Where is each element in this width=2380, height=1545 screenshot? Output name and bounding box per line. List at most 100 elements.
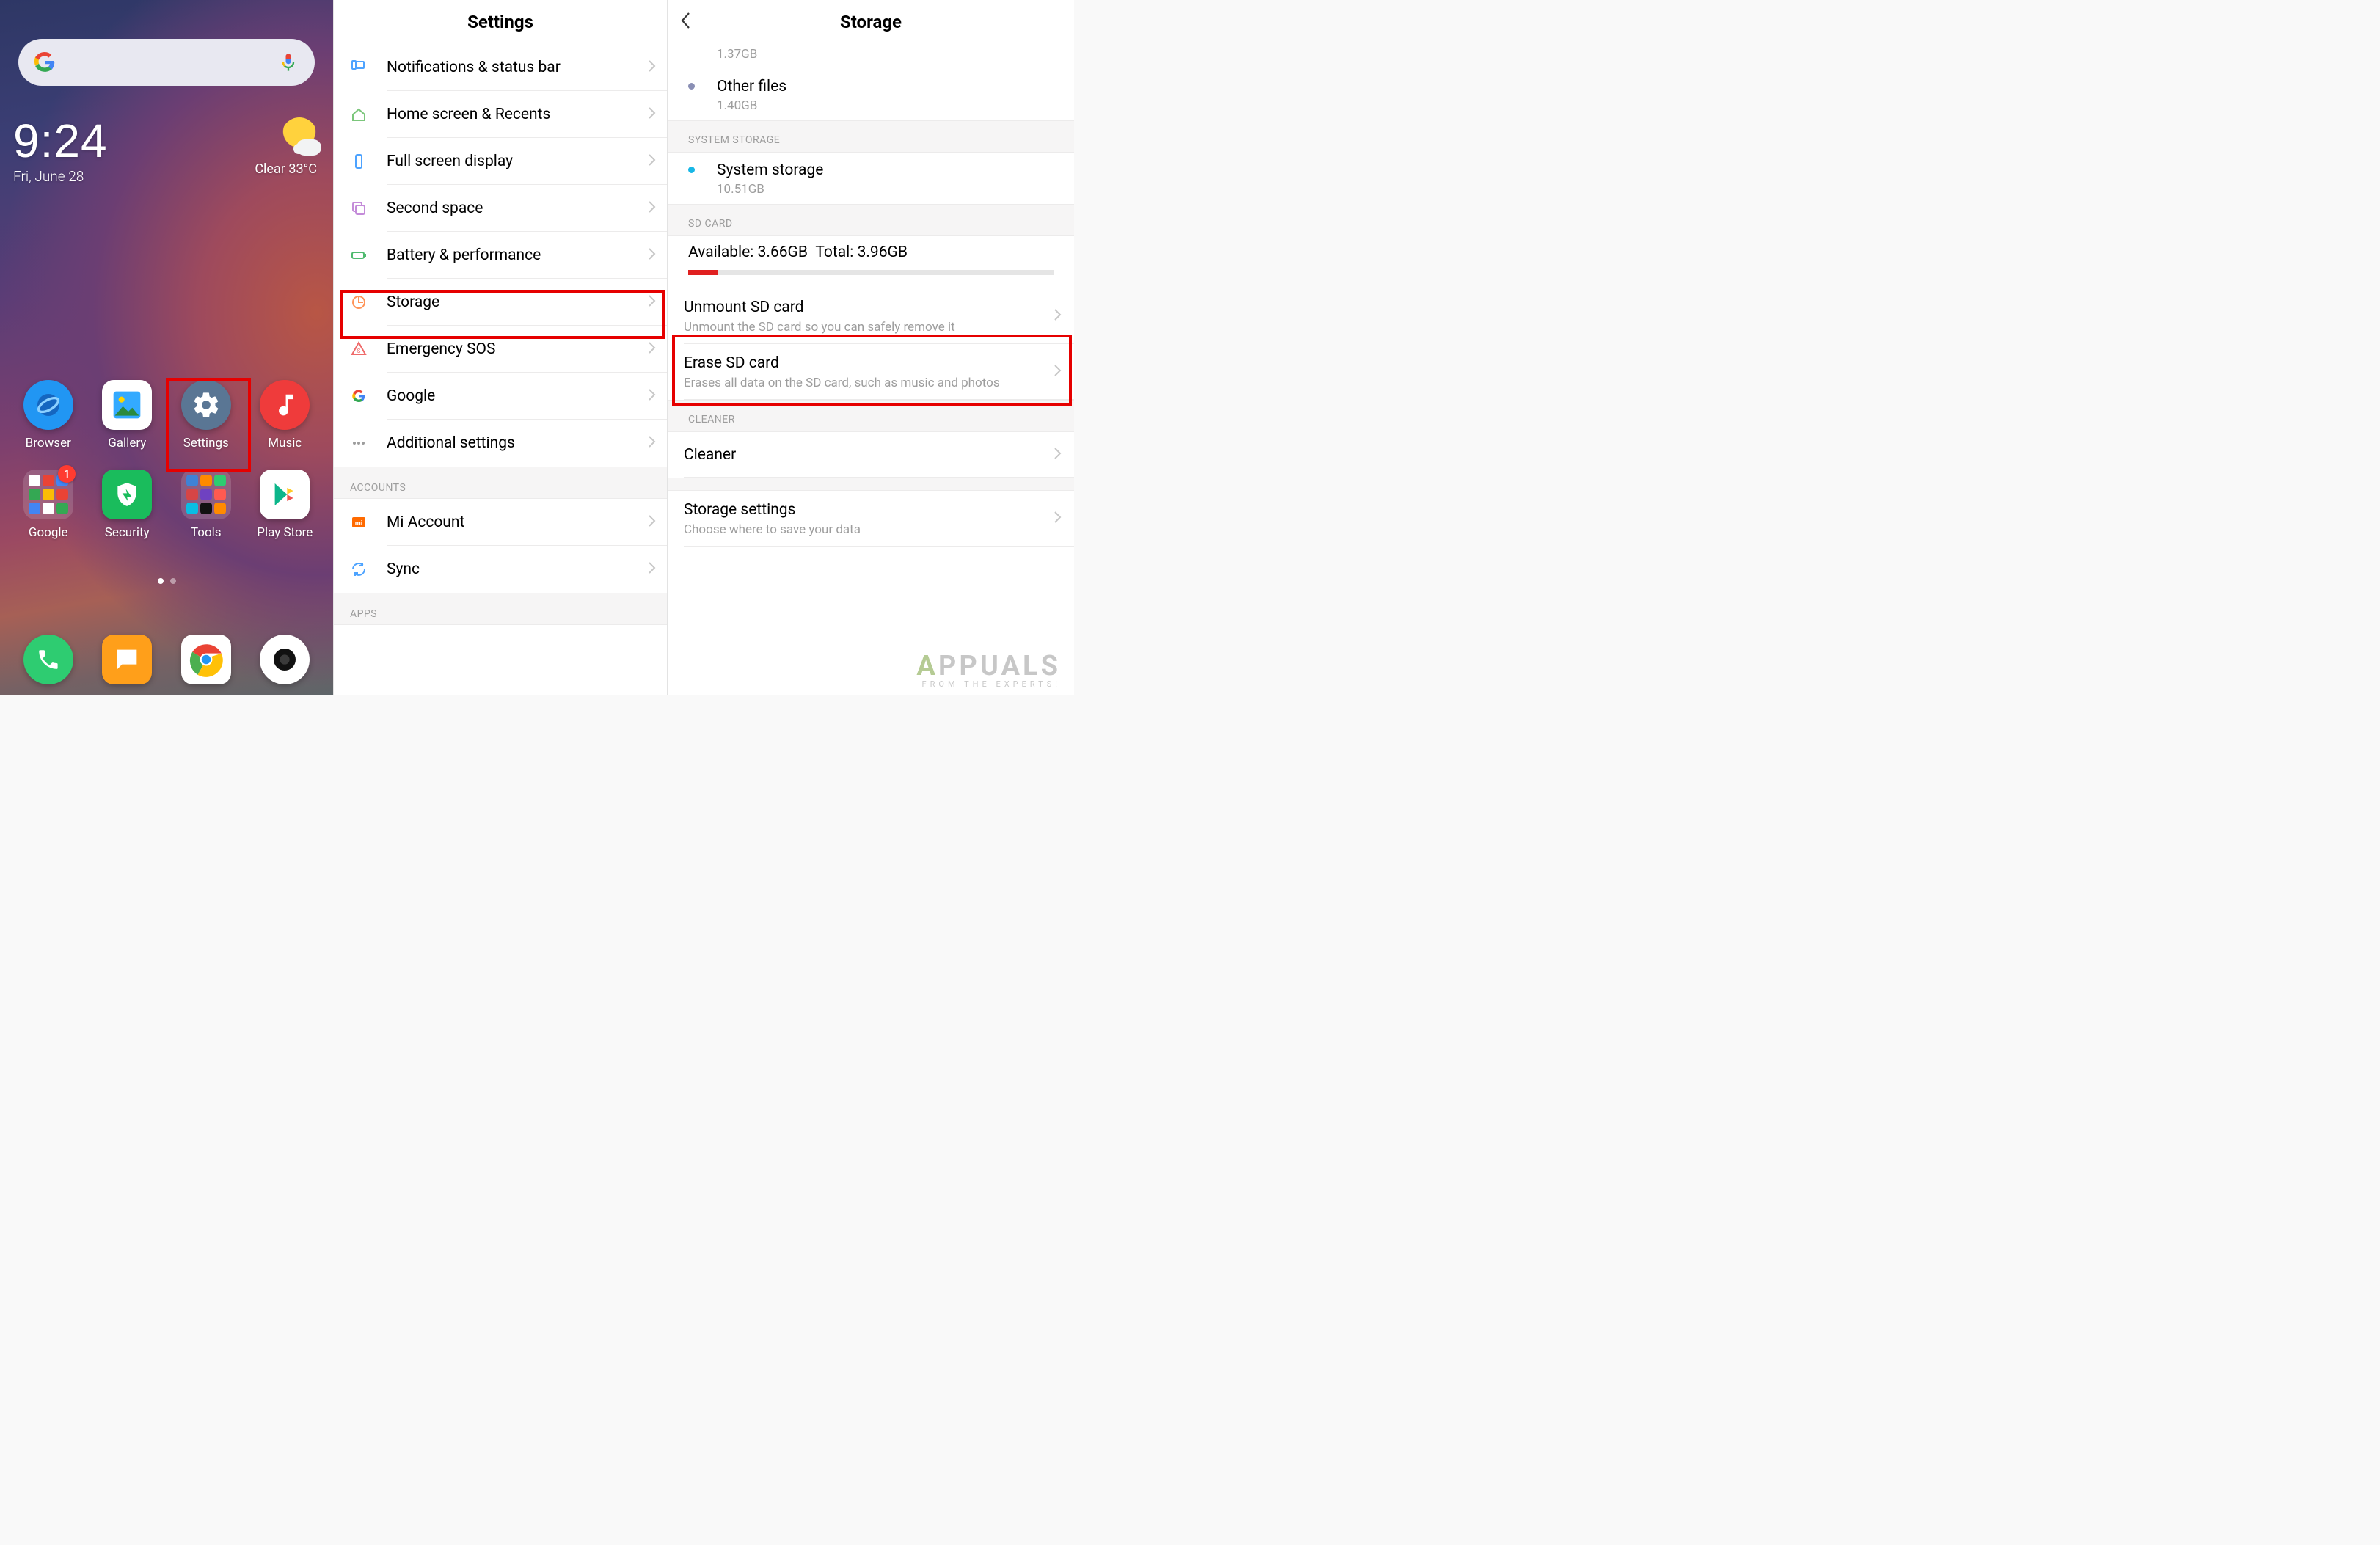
music-icon <box>260 380 310 430</box>
play-store-icon <box>260 470 310 519</box>
camera-icon <box>260 635 310 684</box>
dock-messages[interactable] <box>92 635 162 684</box>
page-title: Settings <box>334 0 667 44</box>
storage-item-erase[interactable]: Erase SD card Erases all data on the SD … <box>668 344 1074 400</box>
storage-item-other-files[interactable]: Other files 1.40GB <box>668 69 1074 120</box>
item-size: 1.37GB <box>717 47 1054 62</box>
app-music[interactable]: Music <box>250 380 320 450</box>
item-name: Erase SD card <box>684 353 1058 373</box>
section-accounts: ACCOUNTS <box>334 467 667 499</box>
sd-usage-fill <box>688 270 718 275</box>
storage-item-cleaner[interactable]: Cleaner <box>668 432 1074 478</box>
mi-icon: mi <box>350 514 387 531</box>
app-label: Security <box>105 525 150 540</box>
shield-icon <box>102 470 152 519</box>
storage-item-storage-settings[interactable]: Storage settings Choose where to save yo… <box>668 491 1074 547</box>
app-label: Settings <box>183 436 229 450</box>
message-icon <box>102 635 152 684</box>
chevron-right-icon <box>648 153 657 169</box>
item-label: Battery & performance <box>387 246 648 264</box>
item-label: Home screen & Recents <box>387 106 648 123</box>
settings-item-emergency[interactable]: S Emergency SOS <box>334 326 667 373</box>
settings-item-second-space[interactable]: Second space <box>334 185 667 232</box>
dot-icon <box>688 83 695 90</box>
more-icon <box>350 434 387 452</box>
settings-item-notifications[interactable]: Notifications & status bar <box>334 44 667 91</box>
mic-icon[interactable] <box>278 52 299 73</box>
section-divider <box>668 478 1074 491</box>
item-desc: Unmount the SD card so you can safely re… <box>684 319 1058 335</box>
dock-chrome[interactable] <box>171 635 241 684</box>
chevron-right-icon <box>648 294 657 310</box>
dock-phone[interactable] <box>13 635 83 684</box>
chevron-right-icon <box>648 106 657 123</box>
page-indicator <box>0 578 333 584</box>
google-logo-icon <box>34 52 55 73</box>
item-name: Cleaner <box>684 445 736 465</box>
dock-camera[interactable] <box>250 635 320 684</box>
app-play-store[interactable]: Play Store <box>250 470 320 540</box>
storage-item-system[interactable]: System storage 10.51GB <box>668 153 1074 204</box>
page-title: Storage <box>668 12 1074 32</box>
back-button[interactable] <box>679 11 693 33</box>
chevron-right-icon <box>648 59 657 76</box>
chevron-right-icon <box>1054 364 1062 380</box>
chevron-right-icon <box>1054 447 1062 463</box>
app-label: Browser <box>26 436 71 450</box>
item-label: Storage <box>387 293 648 311</box>
app-label: Music <box>268 436 302 450</box>
settings-item-google[interactable]: Google <box>334 373 667 420</box>
settings-item-mi-account[interactable]: mi Mi Account <box>334 499 667 546</box>
chevron-right-icon <box>648 561 657 577</box>
settings-item-fullscreen[interactable]: Full screen display <box>334 138 667 185</box>
item-size: 10.51GB <box>717 182 1054 197</box>
svg-text:S: S <box>357 348 361 354</box>
settings-item-battery[interactable]: Battery & performance <box>334 232 667 279</box>
chevron-right-icon <box>648 200 657 216</box>
browser-icon <box>23 380 73 430</box>
weather-widget[interactable]: Clear 33°C <box>255 117 317 177</box>
item-name: System storage <box>717 160 1054 180</box>
chevron-right-icon <box>648 514 657 530</box>
gallery-icon <box>102 380 152 430</box>
section-system-storage: SYSTEM STORAGE <box>668 120 1074 153</box>
item-desc: Choose where to save your data <box>684 522 1058 538</box>
sync-icon <box>350 560 387 578</box>
app-tools-folder[interactable]: Tools <box>171 470 241 540</box>
item-label: Google <box>387 387 648 405</box>
app-settings[interactable]: Settings <box>171 380 241 450</box>
app-security[interactable]: Security <box>92 470 162 540</box>
settings-item-home-screen[interactable]: Home screen & Recents <box>334 91 667 138</box>
item-label: Sync <box>387 560 648 578</box>
gear-icon <box>181 380 231 430</box>
storage-prev-item[interactable]: 1.37GB <box>668 44 1074 69</box>
settings-item-storage[interactable]: Storage <box>334 279 667 326</box>
fullscreen-icon <box>350 153 387 170</box>
chevron-right-icon <box>1054 511 1062 527</box>
settings-item-additional[interactable]: Additional settings <box>334 420 667 467</box>
dot-icon <box>688 167 695 173</box>
section-apps: APPS <box>334 593 667 625</box>
app-label: Google <box>29 525 68 540</box>
app-google-folder[interactable]: 1 Google <box>13 470 83 540</box>
item-name: Storage settings <box>684 500 1058 520</box>
item-label: Mi Account <box>387 514 648 531</box>
search-bar[interactable] <box>18 39 315 86</box>
app-browser[interactable]: Browser <box>13 380 83 450</box>
app-gallery[interactable]: Gallery <box>92 380 162 450</box>
chevron-right-icon <box>648 341 657 357</box>
chrome-icon <box>181 635 231 684</box>
google-icon <box>350 387 387 405</box>
app-label: Tools <box>191 525 222 540</box>
item-label: Additional settings <box>387 434 648 452</box>
home-screen: 9:24 Fri, June 28 Clear 33°C Browser Gal… <box>0 0 334 695</box>
item-label: Second space <box>387 200 648 217</box>
settings-item-sync[interactable]: Sync <box>334 546 667 593</box>
weather-text: Clear 33°C <box>255 161 317 177</box>
item-desc: Erases all data on the SD card, such as … <box>684 375 1058 391</box>
storage-item-unmount[interactable]: Unmount SD card Unmount the SD card so y… <box>668 288 1074 344</box>
app-label: Gallery <box>108 436 146 450</box>
item-label: Notifications & status bar <box>387 59 648 76</box>
chevron-right-icon <box>648 388 657 404</box>
section-sd-card: SD CARD <box>668 204 1074 236</box>
